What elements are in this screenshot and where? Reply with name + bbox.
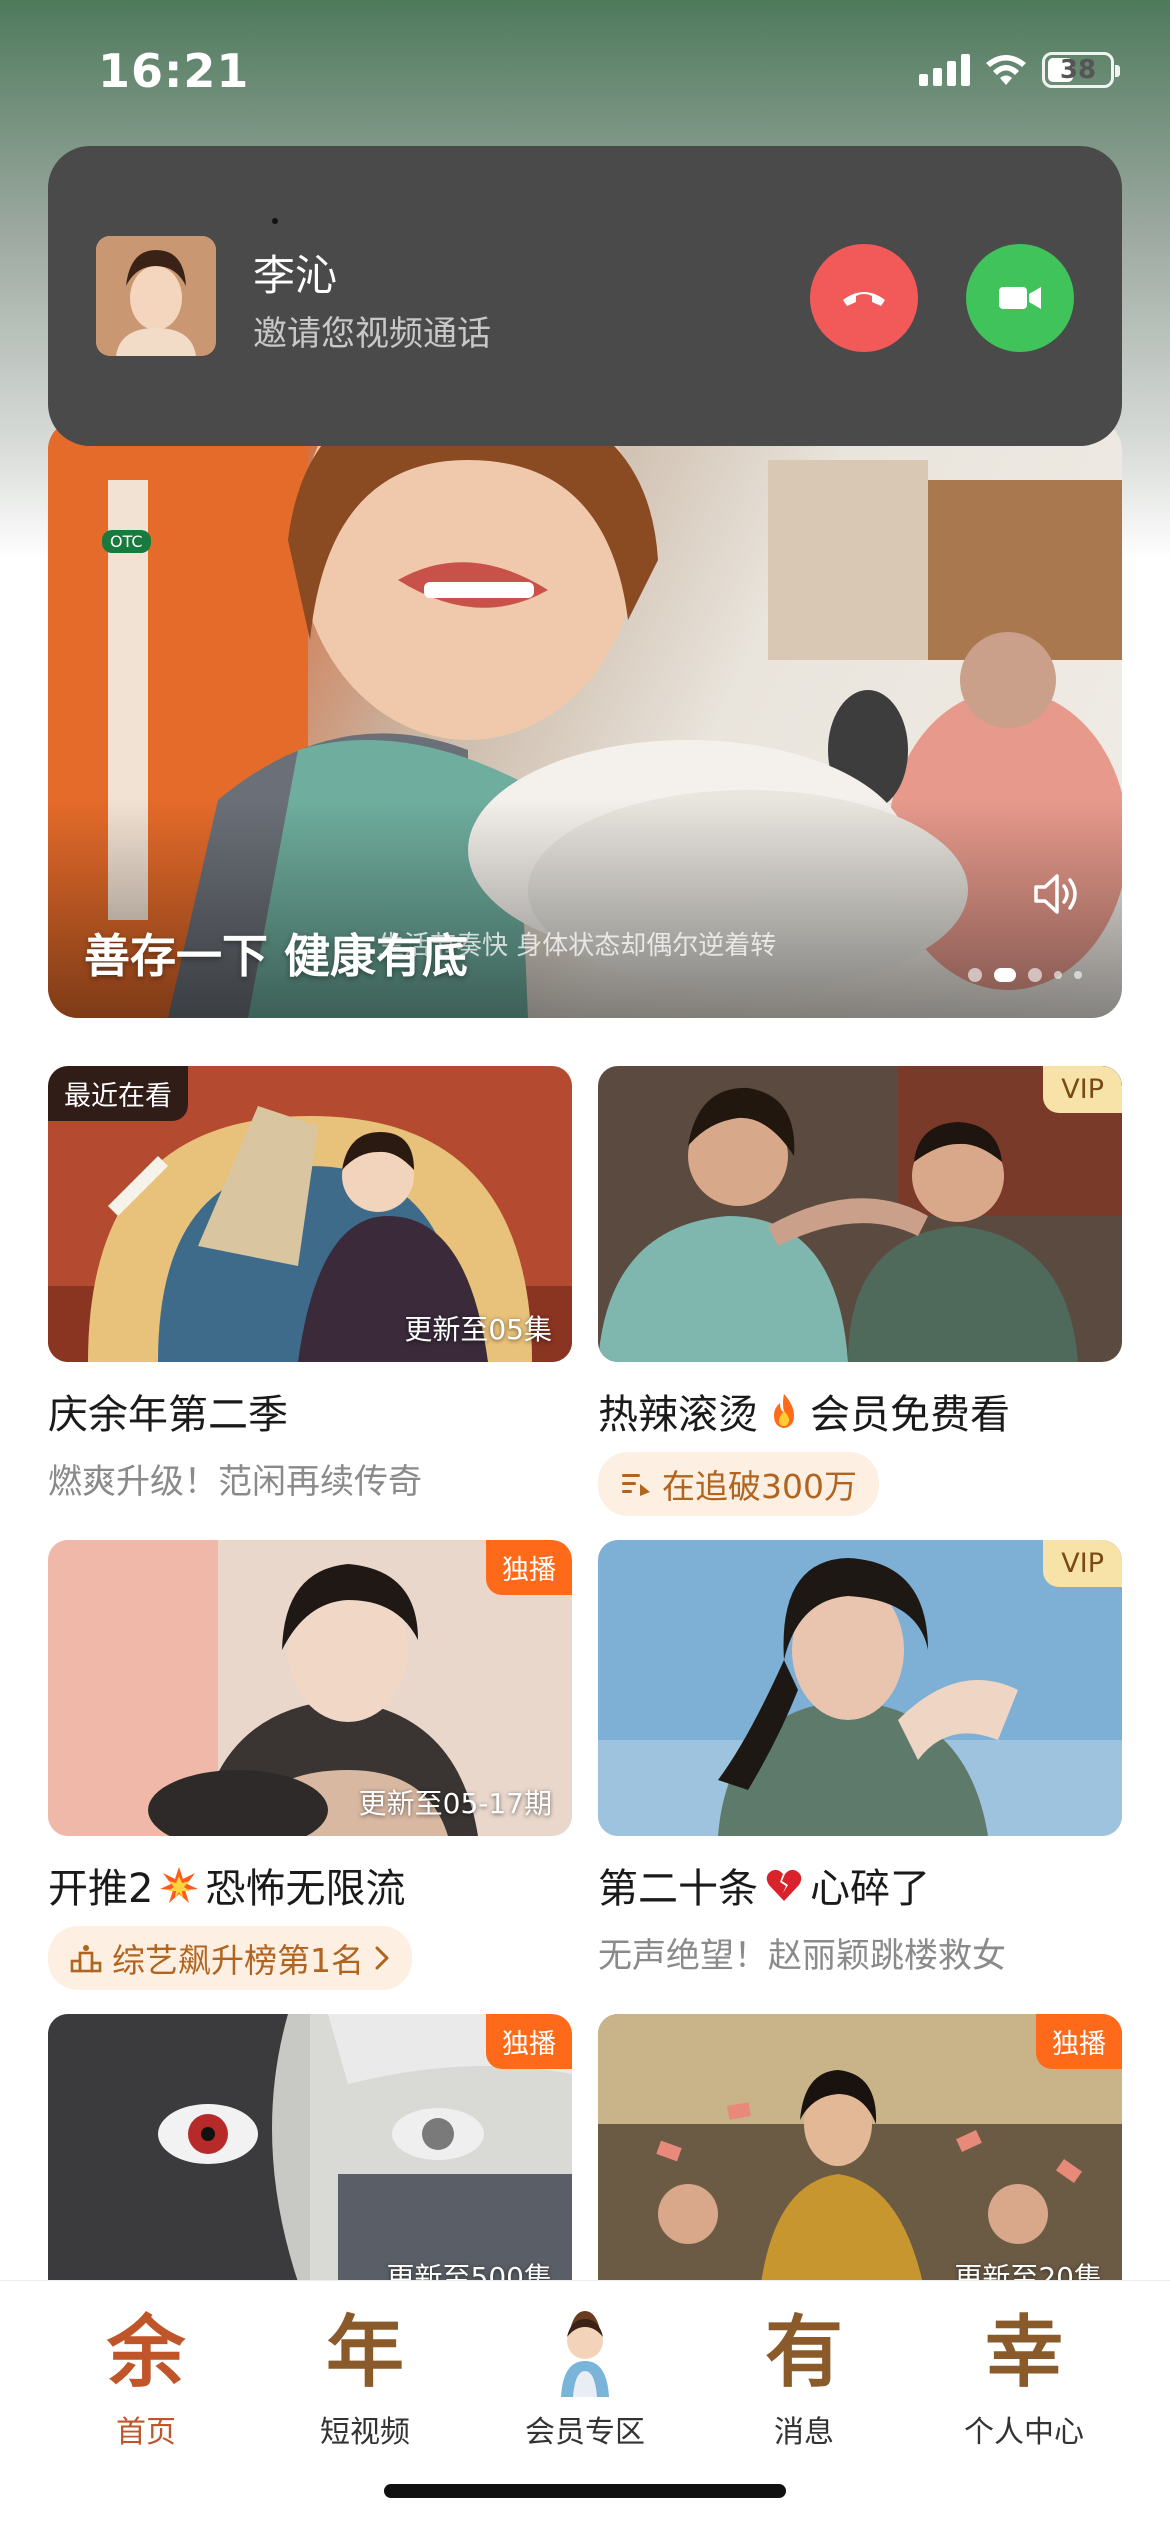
fire-icon	[774, 1394, 794, 1428]
carousel-dot	[968, 968, 982, 982]
caller-avatar	[96, 236, 216, 356]
battery-level: 38	[1059, 55, 1097, 85]
video-thumbnail[interactable]: VIP	[598, 1066, 1122, 1362]
tab-short-video-label: 短视频	[320, 2415, 410, 2450]
broken-heart-icon	[766, 1869, 802, 1901]
status-time: 16:21	[98, 44, 250, 98]
list-icon	[622, 1474, 650, 1496]
tab-vip-zone-label: 会员专区	[525, 2415, 645, 2450]
video-card[interactable]: 独播 更新至05-17期 开推2 恐怖无限流 综艺飙升榜第1名	[48, 1540, 572, 1990]
accept-video-call-button[interactable]	[966, 244, 1074, 352]
short-video-glyph-icon: 年	[325, 2307, 404, 2398]
chevron-right-icon	[375, 1946, 389, 1970]
incoming-call-banner[interactable]: 李沁 邀请您视频通话	[48, 146, 1122, 446]
battery-icon: 38	[1042, 52, 1120, 88]
app-home-screen: 16:21 38 OTC 生活节奏快 身体状态却偶尔逆着转 善存一下 健康有底 …	[0, 0, 1170, 2532]
volume-icon[interactable]	[1032, 872, 1082, 916]
video-subtitle: 燃爽升级！范闲再续传奇	[48, 1462, 422, 1502]
video-card[interactable]: VIP 热辣滚烫 会员免费看 在追破300万	[598, 1066, 1122, 1516]
video-card[interactable]: 最近在看 更新至05集 庆余年第二季 燃爽升级！范闲再续传奇	[48, 1066, 572, 1503]
video-thumbnail[interactable]: 独播 更新至500集	[48, 2014, 572, 2310]
profile-glyph-icon: 幸	[984, 2307, 1063, 2398]
tab-profile-label: 个人中心	[964, 2415, 1084, 2450]
video-title-text: 开推2	[48, 1866, 154, 1912]
ranking-pill[interactable]: 综艺飙升榜第1名	[48, 1926, 412, 1990]
camera-dot	[272, 218, 278, 224]
tab-messages[interactable]: 有 消息	[704, 2305, 904, 2451]
carousel-dot-active	[994, 968, 1016, 982]
tab-messages-label: 消息	[774, 2415, 834, 2450]
video-title-suffix: 会员免费看	[810, 1392, 1010, 1438]
video-title-suffix: 恐怖无限流	[205, 1866, 406, 1912]
caller-name: 李沁	[253, 251, 338, 300]
tab-home-label: 首页	[116, 2415, 176, 2450]
video-title-suffix: 心碎了	[810, 1866, 930, 1912]
home-glyph-icon: 余	[106, 2307, 185, 2398]
video-title[interactable]: 庆余年第二季	[48, 1382, 572, 1440]
video-title-text: 第二十条	[598, 1866, 758, 1912]
call-message: 邀请您视频通话	[253, 314, 491, 354]
vip-tag: VIP	[1043, 1540, 1122, 1587]
hang-up-icon	[843, 292, 885, 306]
status-icons: 38	[919, 52, 1120, 88]
video-thumbnail[interactable]: 独播 更新至20集	[598, 2014, 1122, 2310]
vip-tag: VIP	[1043, 1066, 1122, 1113]
episode-update-label: 更新至05-17期	[358, 1787, 552, 1820]
carousel-dot	[1054, 971, 1062, 979]
carousel-dot	[1028, 968, 1042, 982]
exclusive-tag: 独播	[486, 1540, 572, 1595]
episode-update-label: 更新至05集	[404, 1313, 552, 1346]
recently-watched-tag: 最近在看	[48, 1066, 188, 1121]
video-title[interactable]: 热辣滚烫 会员免费看	[598, 1382, 1122, 1440]
vip-mascot-icon	[485, 2305, 685, 2401]
video-title-text: 热辣滚烫	[598, 1392, 758, 1438]
ranking-pill-label: 综艺飙升榜第1名	[112, 1941, 364, 1980]
video-thumbnail[interactable]: 最近在看 更新至05集	[48, 1066, 572, 1362]
collision-icon	[160, 1867, 199, 1903]
decline-call-button[interactable]	[810, 244, 918, 352]
video-title-text: 庆余年第二季	[48, 1392, 288, 1438]
trending-pill-label: 在追破300万	[662, 1467, 857, 1506]
hero-title: 善存一下 健康有底	[84, 929, 469, 983]
cellular-signal-icon	[919, 54, 970, 86]
exclusive-tag: 独播	[486, 2014, 572, 2069]
status-bar: 16:21 38	[0, 0, 1170, 140]
tab-short-video[interactable]: 年 短视频	[265, 2305, 465, 2451]
video-camera-icon	[999, 287, 1041, 309]
video-card[interactable]: 独播 更新至20集	[598, 2014, 1122, 2310]
messages-glyph-icon: 有	[764, 2307, 843, 2398]
video-title[interactable]: 第二十条 心碎了	[598, 1856, 1122, 1914]
video-title[interactable]: 开推2 恐怖无限流	[48, 1856, 572, 1914]
tab-vip-zone[interactable]: 会员专区	[485, 2305, 685, 2451]
podium-icon	[70, 1945, 102, 1973]
video-thumbnail[interactable]: VIP	[598, 1540, 1122, 1836]
video-card[interactable]: 独播 更新至500集	[48, 2014, 572, 2310]
exclusive-tag: 独播	[1036, 2014, 1122, 2069]
video-subtitle: 无声绝望！赵丽颖跳楼救女	[598, 1936, 1006, 1976]
hero-banner[interactable]: OTC 生活节奏快 身体状态却偶尔逆着转 善存一下 健康有底	[48, 420, 1122, 1018]
wifi-icon	[986, 55, 1026, 85]
carousel-indicator	[968, 968, 1082, 982]
carousel-dot	[1074, 971, 1082, 979]
video-card[interactable]: VIP 第二十条 心碎了 无声绝望！赵丽颖跳楼救女	[598, 1540, 1122, 1977]
trending-pill[interactable]: 在追破300万	[598, 1452, 879, 1516]
tab-profile[interactable]: 幸 个人中心	[924, 2305, 1124, 2451]
otc-badge: OTC	[102, 530, 151, 553]
video-thumbnail[interactable]: 独播 更新至05-17期	[48, 1540, 572, 1836]
tab-home[interactable]: 余 首页	[46, 2305, 246, 2451]
home-indicator[interactable]	[384, 2484, 786, 2498]
